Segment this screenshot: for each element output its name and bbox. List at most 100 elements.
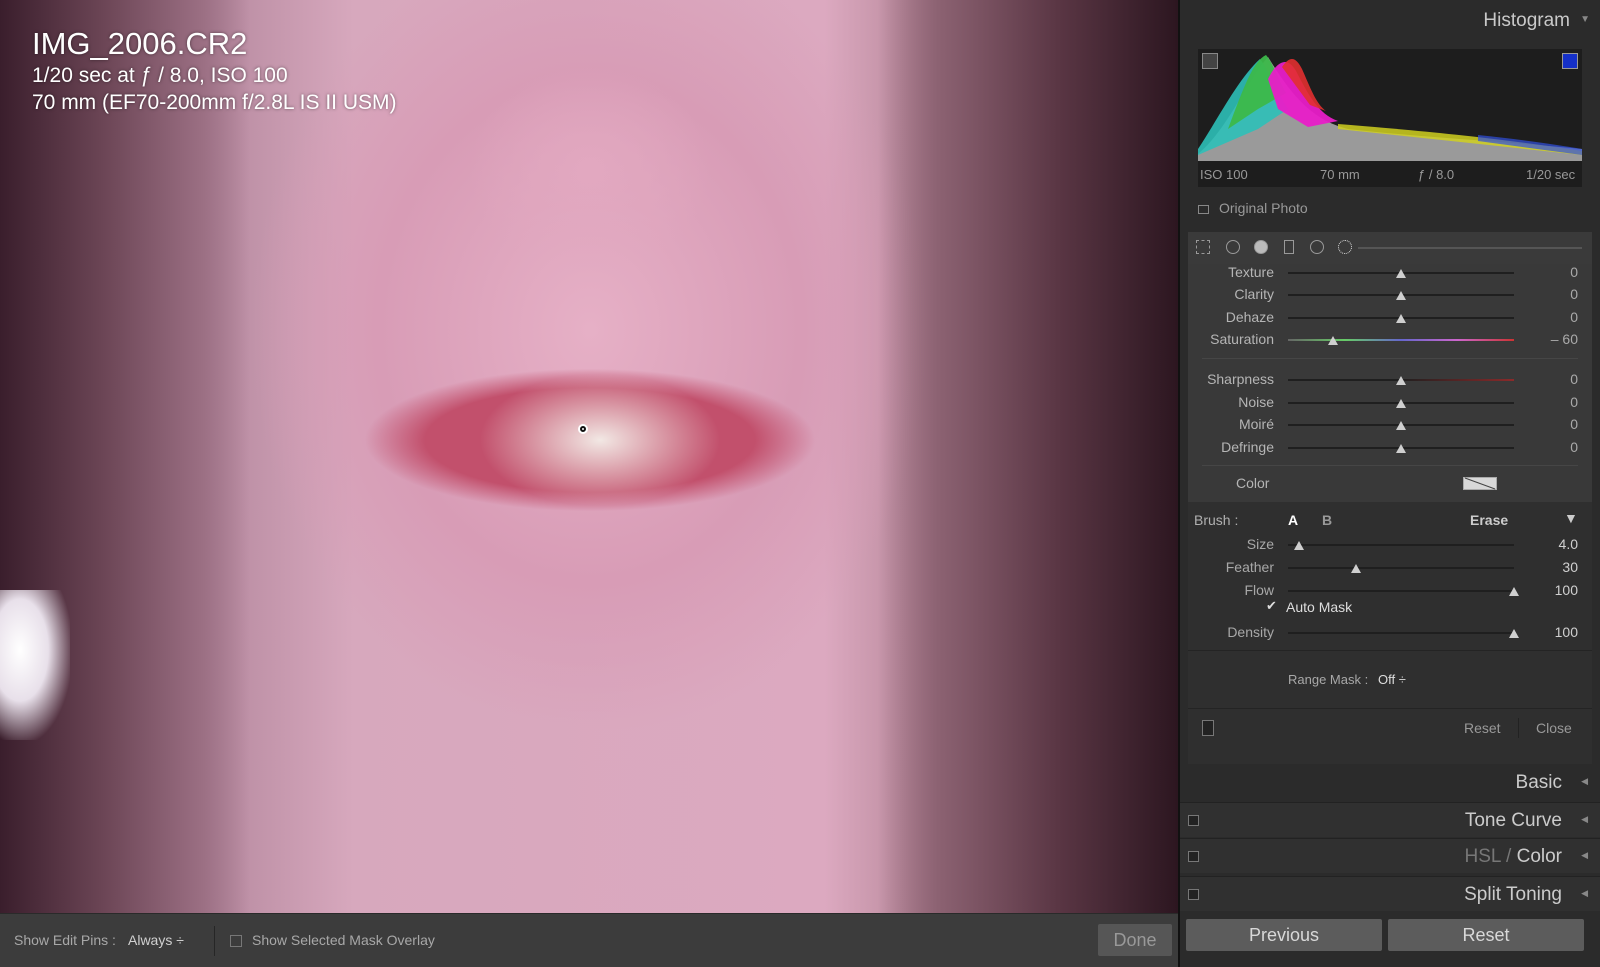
slider-value[interactable]: 4.0 — [1559, 536, 1578, 552]
tool-strip — [1188, 232, 1592, 264]
slider-track[interactable] — [1288, 291, 1514, 300]
slider-thumb[interactable] — [1328, 336, 1339, 345]
brush-enable-switch-icon[interactable] — [1202, 720, 1214, 736]
slider-value[interactable]: 0 — [1570, 439, 1578, 455]
slider-label: Texture — [1228, 264, 1274, 280]
slider-track[interactable] — [1288, 336, 1514, 345]
slider-value[interactable]: 100 — [1555, 624, 1578, 640]
histogram-focal: 70 mm — [1320, 167, 1360, 182]
slider-thumb[interactable] — [1509, 629, 1519, 638]
slider-value[interactable]: – 60 — [1551, 331, 1578, 347]
slider-value[interactable]: 30 — [1562, 559, 1578, 575]
slider-value[interactable]: 0 — [1570, 394, 1578, 410]
brush-label: Brush : — [1194, 512, 1239, 528]
brush-erase-tab[interactable]: Erase — [1470, 512, 1508, 528]
brush-reset-button[interactable]: Reset — [1464, 720, 1501, 736]
panel-split-toning[interactable]: Split Toning ◀ — [1180, 876, 1600, 911]
graduated-filter-tool-icon[interactable] — [1284, 240, 1294, 254]
highlight-clipping-icon[interactable] — [1562, 53, 1578, 69]
slider-track[interactable] — [1288, 376, 1514, 385]
crop-tool-icon[interactable] — [1196, 240, 1210, 254]
slider-value[interactable]: 0 — [1570, 416, 1578, 432]
auto-mask-check-icon[interactable]: ✔ — [1266, 598, 1277, 614]
slider-track[interactable] — [1288, 314, 1514, 323]
previous-button[interactable]: Previous — [1186, 919, 1382, 951]
section-divider — [1202, 465, 1578, 466]
slider-row-flow: Flow 100 — [1188, 580, 1592, 602]
slider-thumb[interactable] — [1350, 564, 1361, 573]
slider-thumb[interactable] — [1396, 376, 1406, 385]
slider-row-saturation: Saturation – 60 — [1188, 329, 1592, 351]
brush-close-button[interactable]: Close — [1536, 720, 1572, 736]
range-mask-select[interactable]: Off ÷ — [1378, 672, 1406, 687]
slider-thumb[interactable] — [1396, 269, 1406, 278]
histogram: ISO 100 70 mm ƒ / 8.0 1/20 sec — [1198, 49, 1582, 187]
panel-tone-curve[interactable]: Tone Curve ◀ — [1180, 802, 1600, 837]
panel-hsl-color[interactable]: HSL / Color ◀ — [1180, 838, 1600, 873]
slider-row-size: Size 4.0 — [1188, 534, 1592, 556]
brush-section: Brush : A B Erase ▼ Size 4.0 Feather 30 Flow… — [1188, 502, 1592, 764]
shadow-clipping-icon[interactable] — [1202, 53, 1218, 69]
mask-overlay-checkbox[interactable] — [230, 935, 242, 947]
slider-value[interactable]: 100 — [1555, 582, 1578, 598]
panel-switch-icon[interactable] — [1188, 889, 1199, 900]
slider-label: Noise — [1238, 394, 1274, 410]
expand-triangle-icon: ◀ — [1581, 814, 1588, 824]
reset-button[interactable]: Reset — [1388, 919, 1584, 951]
photo-region-hair-right — [878, 0, 1178, 913]
color-label: Color — [1236, 475, 1270, 491]
slider-track[interactable] — [1288, 444, 1514, 453]
slider-thumb[interactable] — [1396, 399, 1406, 408]
photo-region-hair-left — [0, 0, 250, 913]
photo-exposure: 1/20 sec at ƒ / 8.0, ISO 100 — [32, 64, 288, 87]
histogram-header[interactable]: Histogram ▼ — [1180, 2, 1600, 38]
slider-track[interactable] — [1288, 587, 1519, 596]
color-swatch[interactable] — [1463, 477, 1497, 490]
brush-adjustments-section: Texture 0 Clarity 0 Dehaze 0 Saturation – 60 Sha… — [1188, 264, 1592, 764]
brush-collapse-icon[interactable]: ▼ — [1564, 510, 1578, 526]
slider-thumb[interactable] — [1509, 587, 1519, 596]
slider-track[interactable] — [1288, 629, 1519, 638]
panel-switch-icon[interactable] — [1188, 815, 1199, 826]
slider-thumb[interactable] — [1396, 421, 1406, 430]
panel-basic-title: Basic — [1515, 772, 1562, 793]
spot-removal-tool-icon[interactable] — [1226, 240, 1240, 254]
section-divider — [1202, 358, 1578, 359]
panel-switch-icon[interactable] — [1188, 851, 1199, 862]
bottom-buttons: Previous Reset — [1180, 915, 1600, 967]
expand-triangle-icon: ◀ — [1581, 850, 1588, 860]
slider-track[interactable] — [1288, 564, 1514, 573]
slider-thumb[interactable] — [1396, 314, 1406, 323]
slider-value[interactable]: 0 — [1570, 371, 1578, 387]
done-button[interactable]: Done — [1098, 924, 1172, 956]
slider-thumb[interactable] — [1396, 291, 1406, 300]
brush-a-tab[interactable]: A — [1288, 512, 1298, 528]
slider-label: Sharpness — [1207, 371, 1274, 387]
radial-filter-tool-icon[interactable] — [1310, 240, 1324, 254]
slider-label: Feather — [1225, 559, 1274, 575]
histogram-title: Histogram — [1483, 10, 1570, 31]
slider-track[interactable] — [1288, 269, 1514, 278]
red-eye-tool-icon[interactable] — [1254, 240, 1268, 254]
slider-value[interactable]: 0 — [1570, 286, 1578, 302]
tool-amount-track — [1358, 247, 1582, 249]
brush-b-tab[interactable]: B — [1322, 512, 1332, 528]
show-edit-pins-select[interactable]: Always ÷ — [128, 932, 184, 948]
slider-value[interactable]: 0 — [1570, 264, 1578, 280]
panel-hsl-title: HSL / — [1464, 846, 1512, 867]
histogram-graph — [1198, 55, 1582, 161]
edit-pin[interactable] — [578, 424, 588, 434]
slider-value[interactable]: 0 — [1570, 309, 1578, 325]
slider-track[interactable] — [1288, 399, 1514, 408]
slider-track[interactable] — [1288, 541, 1514, 550]
slider-thumb[interactable] — [1396, 444, 1406, 453]
slider-thumb[interactable] — [1294, 541, 1305, 550]
slider-label: Saturation — [1210, 331, 1274, 347]
photo-filename: IMG_2006.CR2 — [32, 26, 248, 61]
original-photo-toggle[interactable]: Original Photo — [1198, 200, 1308, 216]
slider-label: Flow — [1244, 582, 1274, 598]
slider-track[interactable] — [1288, 421, 1514, 430]
panel-basic[interactable]: Basic ◀ — [1180, 765, 1600, 799]
photo-viewer[interactable]: IMG_2006.CR2 1/20 sec at ƒ / 8.0, ISO 10… — [0, 0, 1178, 913]
adjustment-brush-tool-icon[interactable] — [1338, 240, 1352, 254]
